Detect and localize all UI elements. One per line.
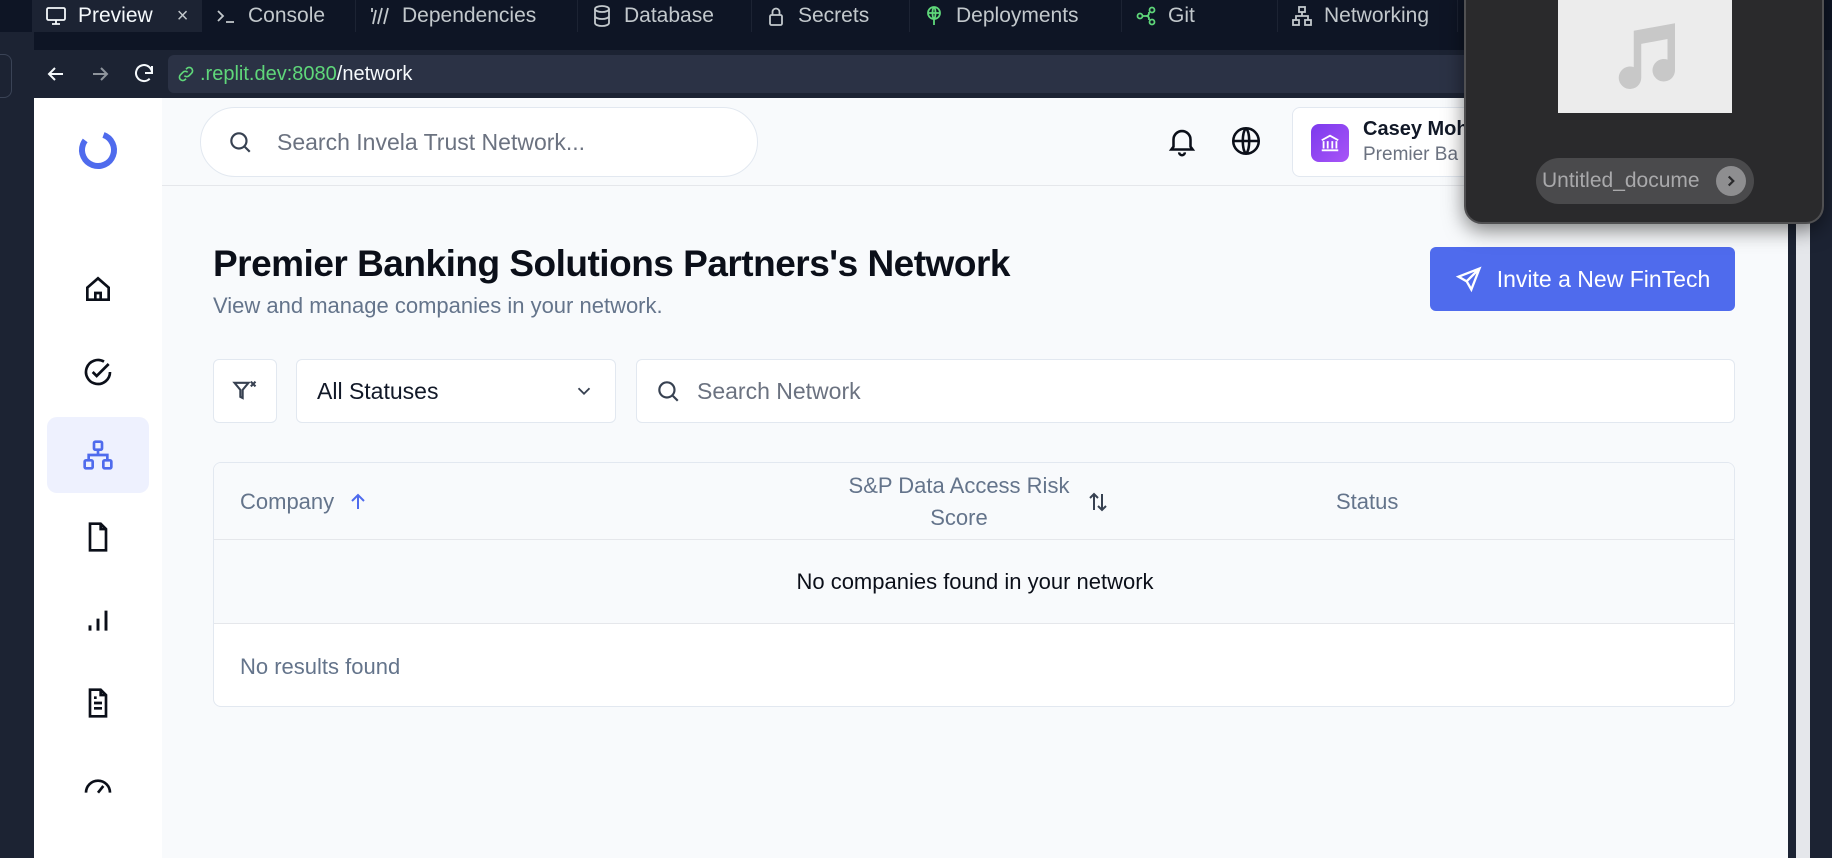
chevron-right-icon <box>1727 175 1735 187</box>
tab-preview[interactable]: Preview × <box>32 0 202 32</box>
network-search-input[interactable]: Search Network <box>636 359 1735 423</box>
check-circle-icon <box>84 358 112 386</box>
global-search-input[interactable]: Search Invela Trust Network... <box>200 107 758 177</box>
tab-label: Console <box>248 4 326 27</box>
document-text-icon <box>88 688 108 718</box>
deployments-icon <box>927 6 941 25</box>
file-name: Untitled_docume <box>1542 169 1700 192</box>
panel-handle[interactable] <box>0 54 12 98</box>
invite-fintech-button[interactable]: Invite a New FinTech <box>1430 247 1735 311</box>
url-host: .replit.dev:8080 <box>200 62 337 85</box>
lock-icon <box>769 7 783 26</box>
tab-label: Networking <box>1324 4 1430 27</box>
column-label: S&P Data Access Risk Score <box>848 472 1070 530</box>
reload-icon <box>135 64 153 83</box>
sidebar-item-insights[interactable] <box>47 582 149 658</box>
networking-icon <box>1292 6 1312 26</box>
ide-left-strip <box>0 32 34 858</box>
search-placeholder: Search Invela Trust Network... <box>277 128 586 155</box>
globe-icon[interactable] <box>1229 124 1263 158</box>
tab-git[interactable]: Git <box>1122 0 1278 32</box>
send-icon <box>1455 266 1482 293</box>
file-preview-popup[interactable]: Untitled_docume <box>1464 0 1824 224</box>
tab-database[interactable]: Database <box>578 0 752 32</box>
close-icon[interactable]: × <box>177 5 189 28</box>
filter-x-icon <box>232 380 257 400</box>
column-header-company[interactable]: Company <box>240 463 370 540</box>
user-org: Premier Ba <box>1363 144 1459 165</box>
tab-label: Database <box>624 4 714 27</box>
table-header: Company S&P Data Access Risk Score Statu… <box>214 463 1734 540</box>
bell-icon[interactable] <box>1165 124 1199 158</box>
tab-label: Deployments <box>956 4 1079 27</box>
arrow-left-icon <box>47 67 63 81</box>
sort-ascending-icon <box>351 493 365 509</box>
tab-label: Preview <box>78 4 153 27</box>
url-input[interactable]: .replit.dev:8080/network <box>168 55 1568 93</box>
file-name-pill[interactable]: Untitled_docume <box>1536 158 1754 204</box>
music-note-icon <box>1618 22 1676 89</box>
tab-console[interactable]: Console <box>202 0 356 32</box>
sidebar-item-home[interactable] <box>47 251 149 327</box>
sidebar-item-tasks[interactable] <box>47 334 149 410</box>
tab-deployments[interactable]: Deployments <box>910 0 1122 32</box>
tab-label: Git <box>1168 4 1195 27</box>
chevron-down-icon <box>577 387 591 396</box>
bar-chart-icon <box>88 610 108 631</box>
avatar <box>1311 124 1349 162</box>
table-empty-row: No companies found in your network <box>214 540 1734 624</box>
home-icon <box>86 276 110 301</box>
tab-dependencies[interactable]: Dependencies <box>356 0 578 32</box>
tab-label: Secrets <box>798 4 870 27</box>
dependencies-icon <box>371 7 389 25</box>
link-icon <box>178 66 194 82</box>
git-icon <box>1136 6 1156 26</box>
invite-label: Invite a New FinTech <box>1496 265 1711 292</box>
file-icon <box>88 522 108 552</box>
sidebar-item-documents[interactable] <box>47 665 149 741</box>
bank-icon <box>1321 134 1339 152</box>
page-subtitle: View and manage companies in your networ… <box>213 293 663 318</box>
user-name: Casey Moh <box>1363 118 1469 140</box>
arrow-right-icon <box>93 67 109 81</box>
sort-both-icon <box>1089 492 1107 511</box>
sidebar-item-network[interactable] <box>47 417 149 493</box>
forward-button[interactable] <box>78 50 122 98</box>
search-icon <box>230 132 251 153</box>
sidebar-item-dashboard[interactable] <box>47 748 149 824</box>
reload-button[interactable] <box>122 50 166 98</box>
status-selected-value: All Statuses <box>317 377 439 404</box>
terminal-icon <box>217 10 234 23</box>
tab-networking[interactable]: Networking <box>1278 0 1458 32</box>
url-path: /network <box>336 62 413 85</box>
network-table: Company S&P Data Access Risk Score Statu… <box>213 462 1735 707</box>
tab-label: Dependencies <box>402 4 537 27</box>
column-header-status[interactable]: Status <box>1336 463 1398 540</box>
status-filter-select[interactable]: All Statuses <box>296 359 616 423</box>
gauge-icon <box>84 779 112 794</box>
file-thumbnail <box>1558 0 1732 113</box>
network-icon <box>83 440 113 470</box>
column-label: Company <box>240 488 335 514</box>
search-icon <box>658 381 679 402</box>
database-icon <box>594 5 610 27</box>
clear-filters-button[interactable] <box>213 359 277 423</box>
column-header-risk-score[interactable]: S&P Data Access Risk Score <box>844 463 1204 540</box>
back-button[interactable] <box>34 50 78 98</box>
column-label: Status <box>1336 488 1399 514</box>
search-placeholder: Search Network <box>697 377 861 404</box>
page-title: Premier Banking Solutions Partners's Net… <box>213 243 1010 284</box>
sidebar-item-files[interactable] <box>47 499 149 575</box>
monitor-icon <box>46 7 66 25</box>
no-results-text: No results found <box>240 654 401 679</box>
sidebar <box>34 98 162 858</box>
open-file-button[interactable] <box>1716 166 1746 196</box>
logo-icon[interactable] <box>76 128 120 172</box>
tab-secrets[interactable]: Secrets <box>752 0 910 32</box>
